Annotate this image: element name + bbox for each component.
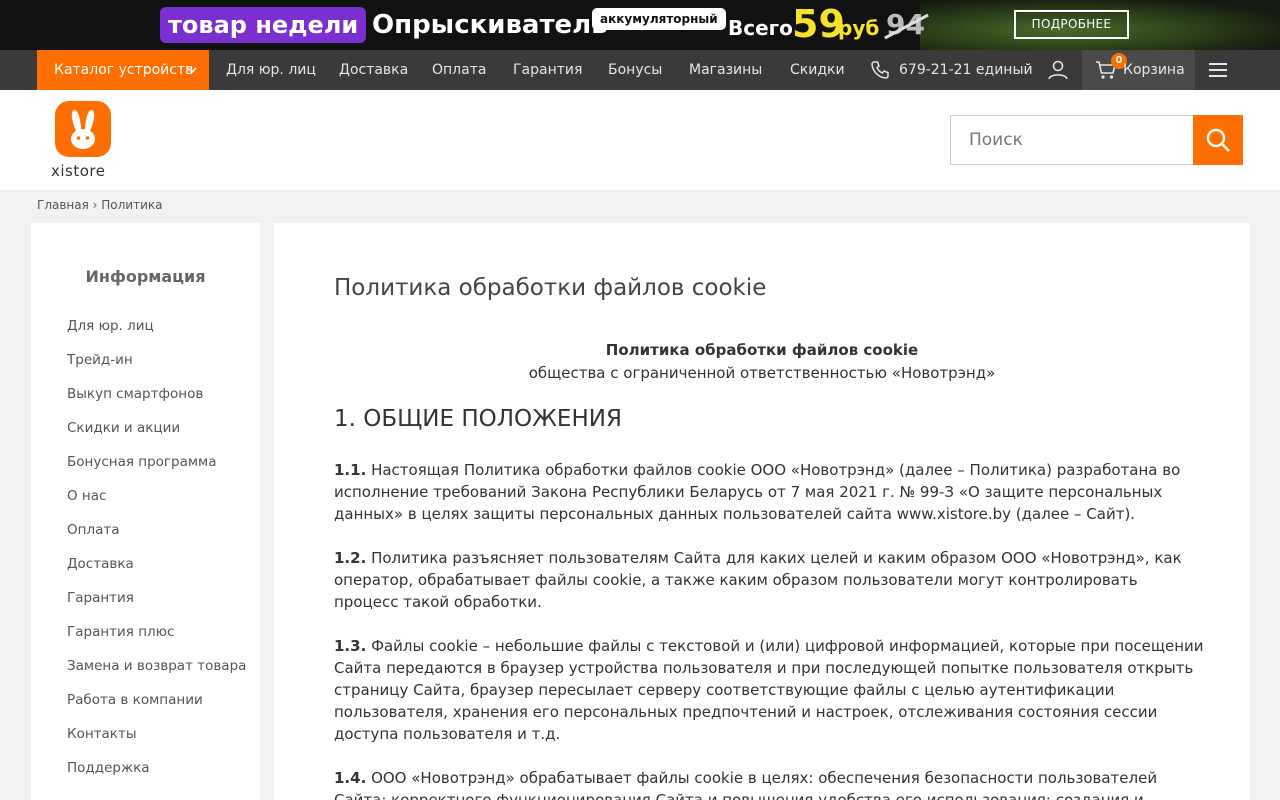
sidebar-item-trade-in[interactable]: Трейд-ин — [67, 350, 247, 370]
paragraph: 1.2. Политика разъясняет пользователям С… — [334, 547, 1204, 613]
search-input[interactable] — [950, 115, 1194, 165]
nav-link-payment[interactable]: Оплата — [432, 50, 486, 90]
nav-link-warranty[interactable]: Гарантия — [513, 50, 582, 90]
search-button[interactable] — [1193, 115, 1243, 165]
paragraph-text: ООО «Новотрэнд» обрабатывает файлы cooki… — [334, 769, 1158, 800]
sidebar-item-returns[interactable]: Замена и возврат товара — [67, 656, 247, 676]
promo-badge: товар недели — [160, 7, 367, 43]
top-nav: Каталог устройств Для юр. лиц Доставка О… — [0, 50, 1280, 90]
paragraph-text: Файлы cookie – небольшие файлы с текстов… — [334, 637, 1204, 743]
nav-link-delivery[interactable]: Доставка — [339, 50, 408, 90]
page-title: Политика обработки файлов cookie — [334, 275, 767, 301]
promo-currency: руб — [838, 16, 880, 40]
paragraph-number: 1.2. — [334, 549, 367, 567]
promo-more-button[interactable]: ПОДРОБНЕЕ — [1014, 10, 1129, 39]
info-sidebar: Информация Для юр. лиц Трейд-ин Выкуп см… — [31, 223, 260, 800]
main-content: Политика обработки файлов cookie Политик… — [274, 223, 1250, 800]
sidebar-item-delivery[interactable]: Доставка — [67, 554, 247, 574]
paragraph-number: 1.4. — [334, 769, 367, 787]
promo-price: 59 — [792, 2, 845, 46]
phone-icon — [871, 61, 889, 79]
user-icon[interactable] — [1046, 58, 1070, 82]
sidebar-item-warranty[interactable]: Гарантия — [67, 588, 247, 608]
site-header: xistore — [0, 90, 1280, 190]
nav-link-stores[interactable]: Магазины — [689, 50, 762, 90]
sidebar-item-buyback[interactable]: Выкуп смартфонов — [67, 384, 247, 404]
paragraph-number: 1.3. — [334, 637, 367, 655]
section-heading: 1. ОБЩИЕ ПОЛОЖЕНИЯ — [334, 406, 622, 432]
cart-button[interactable]: 0 Корзина — [1082, 50, 1195, 90]
paragraph: 1.4. ООО «Новотрэнд» обрабатывает файлы … — [334, 767, 1204, 800]
catalog-button[interactable]: Каталог устройств — [37, 50, 209, 90]
logo-icon[interactable] — [55, 101, 111, 157]
paragraph: 1.3. Файлы cookie – небольшие файлы с те… — [334, 635, 1204, 745]
promo-banner[interactable]: товар недели Опрыскиватель аккумуляторны… — [0, 0, 1280, 50]
breadcrumb[interactable]: Главная › Политика — [37, 198, 162, 212]
sidebar-item-business[interactable]: Для юр. лиц — [67, 316, 247, 336]
sidebar-item-bonus-program[interactable]: Бонусная программа — [67, 452, 247, 472]
promo-old-price: 94 — [886, 8, 925, 41]
phone-number: 679-21-21 единый — [899, 62, 1033, 78]
sidebar-item-payment[interactable]: Оплата — [67, 520, 247, 540]
sidebar-item-discounts[interactable]: Скидки и акции — [67, 418, 247, 438]
promo-all-label: Всего — [728, 16, 793, 40]
promo-product-tag: аккумуляторный — [592, 8, 726, 30]
paragraph: 1.1. Настоящая Политика обработки файлов… — [334, 459, 1204, 525]
document-subtitle: общества с ограниченной ответственностью… — [528, 364, 996, 382]
document-title: Политика обработки файлов cookie — [605, 341, 919, 359]
nav-link-discounts[interactable]: Скидки — [790, 50, 845, 90]
sidebar-list: Для юр. лиц Трейд-ин Выкуп смартфонов Ск… — [67, 316, 247, 792]
search-icon — [1206, 128, 1230, 152]
sidebar-item-about[interactable]: О нас — [67, 486, 247, 506]
paragraph-number: 1.1. — [334, 461, 367, 479]
phone-link[interactable]: 679-21-21 единый — [870, 50, 1033, 90]
paragraph-text: Настоящая Политика обработки файлов cook… — [334, 461, 1181, 523]
sidebar-item-warranty-plus[interactable]: Гарантия плюс — [67, 622, 247, 642]
catalog-label: Каталог устройств — [54, 62, 194, 78]
menu-icon[interactable] — [1209, 62, 1227, 78]
promo-product-name: Опрыскиватель — [372, 10, 608, 40]
logo-text[interactable]: xistore — [51, 162, 105, 180]
sidebar-title: Информация — [85, 267, 206, 286]
sidebar-item-support[interactable]: Поддержка — [67, 758, 247, 778]
cart-label: Корзина — [1123, 62, 1185, 78]
sidebar-item-contacts[interactable]: Контакты — [67, 724, 247, 744]
sidebar-item-careers[interactable]: Работа в компании — [67, 690, 247, 710]
paragraph-text: Политика разъясняет пользователям Сайта … — [334, 549, 1182, 611]
nav-link-bonuses[interactable]: Бонусы — [608, 50, 662, 90]
chevron-down-icon — [187, 67, 197, 74]
nav-link-business[interactable]: Для юр. лиц — [226, 50, 316, 90]
